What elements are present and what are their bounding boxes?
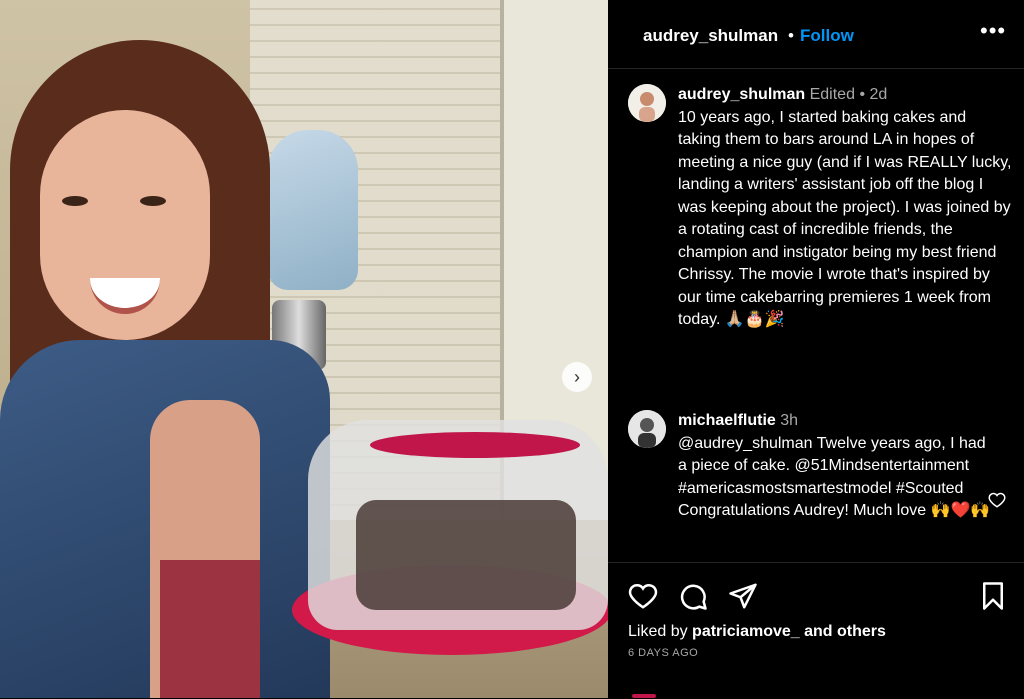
photo-cake-lid xyxy=(370,432,580,458)
author-avatar[interactable] xyxy=(628,84,666,122)
heart-icon[interactable] xyxy=(628,581,658,611)
follow-button[interactable]: Follow xyxy=(800,26,854,46)
comment-text: @audrey_shulman Twelve years ago, I had … xyxy=(678,434,991,520)
comment-icon[interactable] xyxy=(678,581,708,611)
liker-username[interactable]: patriciamove_ xyxy=(692,623,800,640)
comment-age: 3h xyxy=(780,412,799,429)
scroll-indicator xyxy=(632,694,656,698)
more-icon[interactable]: ••• xyxy=(980,18,1006,44)
photo-cake xyxy=(356,500,576,610)
header-username[interactable]: audrey_shulman xyxy=(643,26,778,46)
photo-bag xyxy=(268,130,358,290)
post-header: audrey_shulman • Follow ••• xyxy=(608,0,1024,69)
caption-separator: • xyxy=(859,86,866,103)
post-actions: Liked by patriciamove_ and others 6 DAYS… xyxy=(608,562,1024,699)
photo-top xyxy=(160,560,260,698)
caption-age: 2d xyxy=(869,86,888,103)
liked-by-label: Liked by xyxy=(628,623,688,640)
caption-username[interactable]: audrey_shulman xyxy=(678,86,805,103)
photo-eye-left xyxy=(62,196,88,206)
post-side-panel: audrey_shulman • Follow ••• audrey_shulm… xyxy=(608,0,1024,698)
commenter-avatar-image xyxy=(628,410,666,448)
commenter-avatar[interactable] xyxy=(628,410,666,448)
header-separator: • xyxy=(788,26,794,45)
likes-line: Liked by patriciamove_ and others xyxy=(628,623,886,641)
comment-like-heart-icon[interactable] xyxy=(988,491,1006,509)
avatar-image xyxy=(628,84,666,122)
post-photo: › xyxy=(0,0,608,698)
comment-username[interactable]: michaelflutie xyxy=(678,412,776,429)
post-caption: audrey_shulman Edited • 2d 10 years ago,… xyxy=(678,84,1013,332)
caption-text: 10 years ago, I started baking cakes and… xyxy=(678,108,1012,329)
and-others-link[interactable]: and others xyxy=(804,623,886,640)
comment: michaelflutie 3h @audrey_shulman Twelve … xyxy=(678,410,998,560)
share-icon[interactable] xyxy=(728,581,758,611)
photo-eye-right xyxy=(140,196,166,206)
post-date: 6 DAYS AGO xyxy=(628,647,699,659)
next-photo-button[interactable]: › xyxy=(562,362,592,392)
caption-edited: Edited xyxy=(809,86,855,103)
bookmark-icon[interactable] xyxy=(978,581,1008,611)
